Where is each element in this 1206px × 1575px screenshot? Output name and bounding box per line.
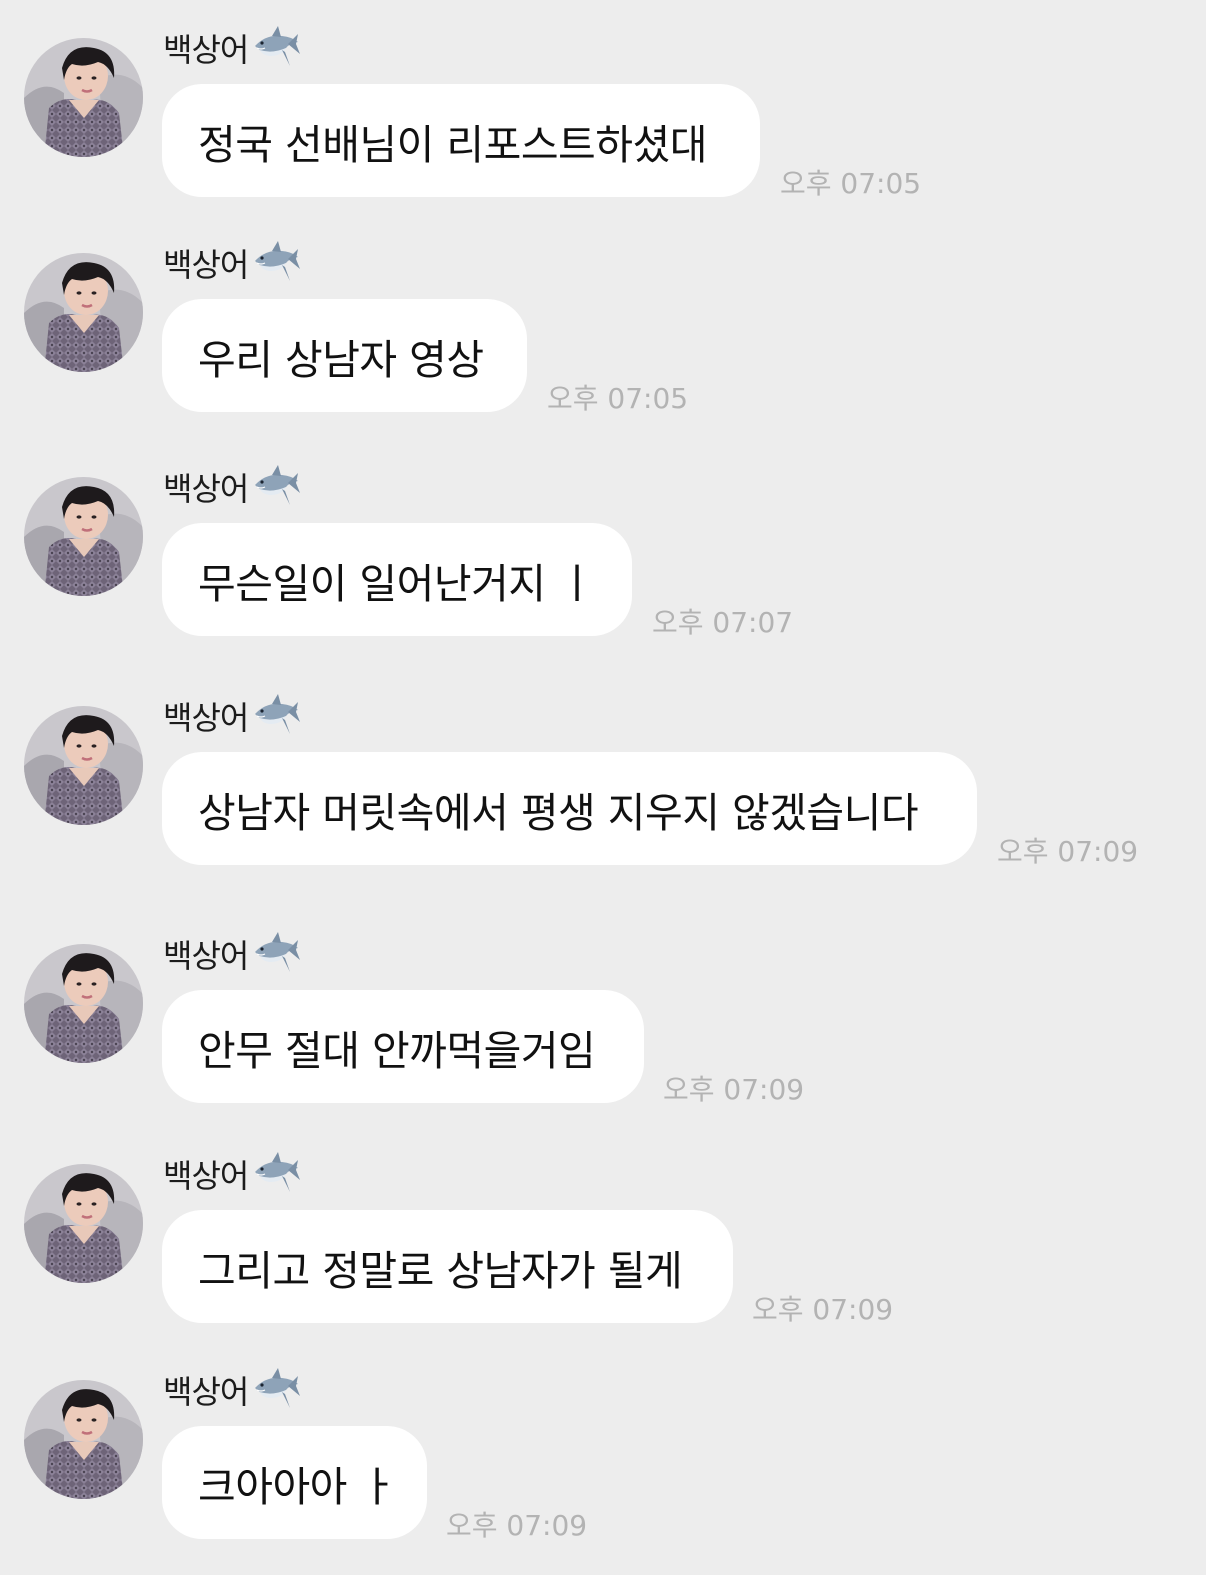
shark-icon [252, 1152, 301, 1196]
message-text: 우리 상남자 영상 [198, 335, 484, 384]
message-text: 상남자 머릿속에서 평생 지우지 않겠습니다 [198, 788, 919, 837]
message-text: 무슨일이 일어난거지 ㅣ [198, 559, 596, 608]
sender-name: 백상어 [163, 31, 249, 69]
message-timestamp: 오후 07:09 [752, 1293, 894, 1326]
shark-icon [252, 241, 301, 285]
avatar[interactable] [24, 1164, 143, 1283]
shark-icon [252, 1368, 301, 1412]
sender-header: 백상어 [163, 465, 301, 509]
message-text: 크아아아 ㅏ [198, 1462, 397, 1511]
message-timestamp: 오후 07:09 [997, 835, 1139, 868]
sender-name: 백상어 [163, 937, 249, 975]
message-bubble[interactable]: 안무 절대 안까먹을거임 [162, 990, 644, 1103]
sender-header: 백상어 [163, 241, 301, 285]
message-timestamp: 오후 07:05 [547, 382, 689, 415]
message-bubble[interactable]: 무슨일이 일어난거지 ㅣ [162, 523, 632, 636]
message-text: 정국 선배님이 리포스트하셨대 [198, 120, 707, 169]
avatar[interactable] [24, 477, 143, 596]
message-bubble[interactable]: 정국 선배님이 리포스트하셨대 [162, 84, 760, 197]
shark-icon [252, 26, 301, 70]
sender-name: 백상어 [163, 1157, 249, 1195]
sender-header: 백상어 [163, 932, 301, 976]
message-text: 안무 절대 안까먹을거임 [198, 1026, 596, 1075]
sender-header: 백상어 [163, 26, 301, 70]
shark-icon [252, 694, 301, 738]
sender-name: 백상어 [163, 246, 249, 284]
message-bubble[interactable]: 우리 상남자 영상 [162, 299, 527, 412]
sender-header: 백상어 [163, 694, 301, 738]
message-timestamp: 오후 07:09 [446, 1509, 588, 1542]
avatar[interactable] [24, 253, 143, 372]
avatar[interactable] [24, 944, 143, 1063]
sender-header: 백상어 [163, 1152, 301, 1196]
message-timestamp: 오후 07:05 [780, 167, 922, 200]
avatar[interactable] [24, 38, 143, 157]
avatar[interactable] [24, 1380, 143, 1499]
message-text: 그리고 정말로 상남자가 될게 [198, 1246, 683, 1295]
shark-icon [252, 465, 301, 509]
message-bubble[interactable]: 상남자 머릿속에서 평생 지우지 않겠습니다 [162, 752, 977, 865]
avatar[interactable] [24, 706, 143, 825]
sender-header: 백상어 [163, 1368, 301, 1412]
sender-name: 백상어 [163, 470, 249, 508]
message-bubble[interactable]: 그리고 정말로 상남자가 될게 [162, 1210, 733, 1323]
message-bubble[interactable]: 크아아아 ㅏ [162, 1426, 427, 1539]
sender-name: 백상어 [163, 699, 249, 737]
shark-icon [252, 932, 301, 976]
message-timestamp: 오후 07:09 [663, 1073, 805, 1106]
sender-name: 백상어 [163, 1373, 249, 1411]
message-timestamp: 오후 07:07 [652, 606, 794, 639]
